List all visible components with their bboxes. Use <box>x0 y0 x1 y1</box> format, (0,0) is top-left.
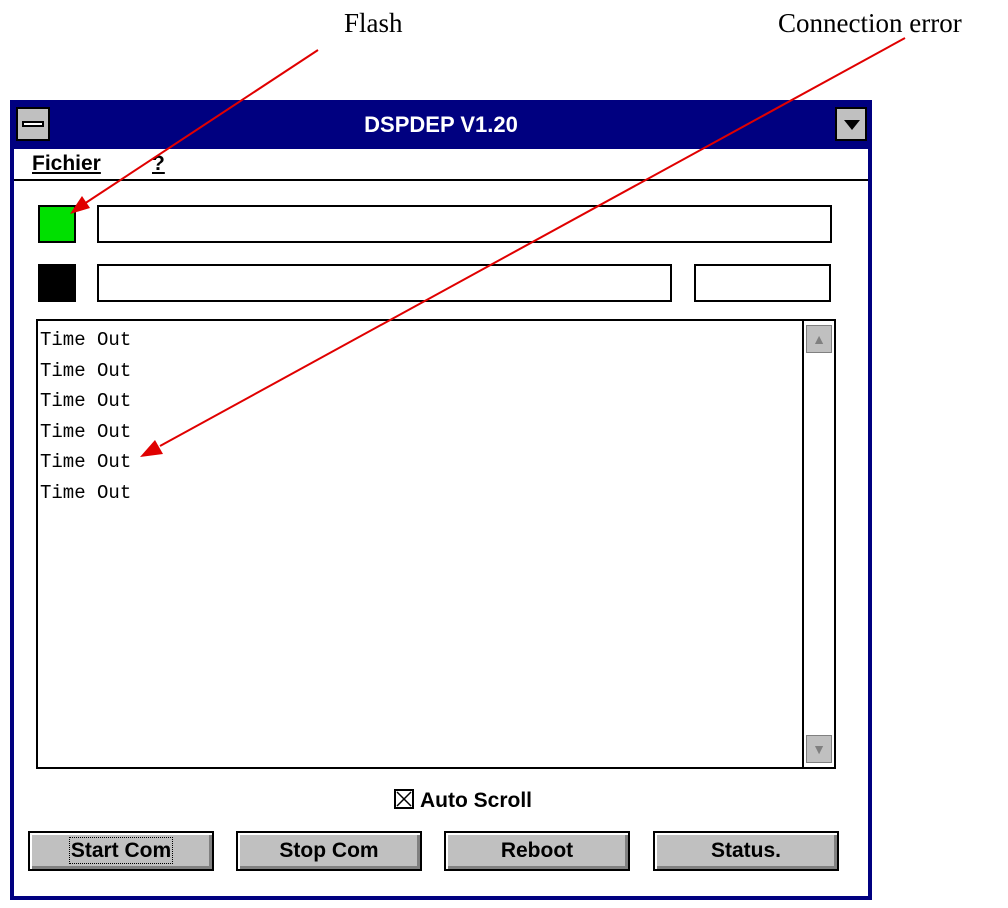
connection-error-arrowhead <box>140 440 163 457</box>
flash-arrow <box>83 49 319 205</box>
flash-arrowhead <box>70 196 90 214</box>
annotation-arrows <box>70 37 906 457</box>
connection-error-arrow <box>159 37 906 447</box>
